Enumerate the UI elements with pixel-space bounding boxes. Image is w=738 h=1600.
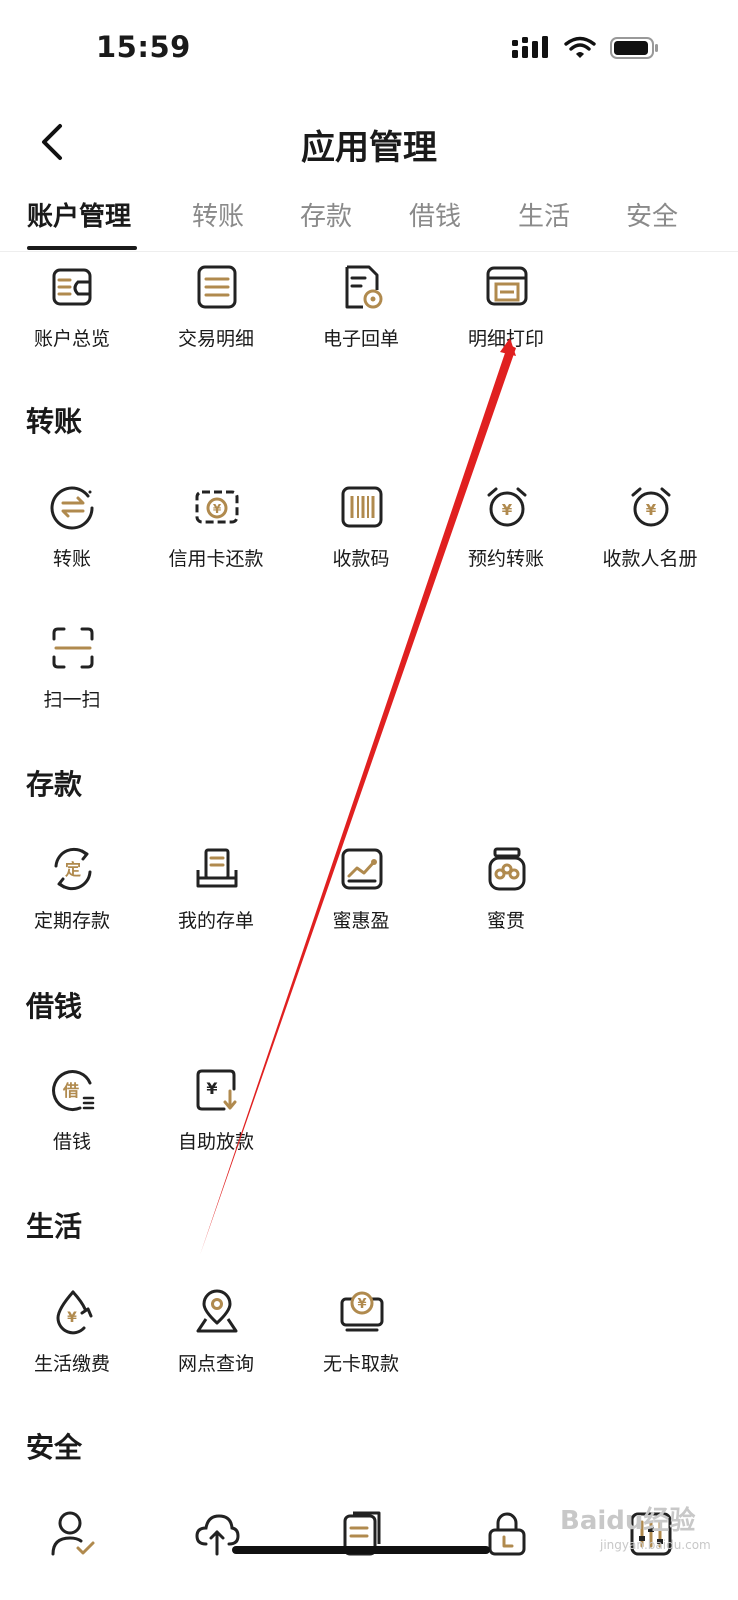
grid-item-label: 电子回单 — [322, 328, 399, 350]
grid-item-payee-list[interactable]: ¥ 收款人名册 — [580, 484, 720, 594]
self-loan-icon: ¥ — [196, 1069, 237, 1111]
jar-icon — [488, 847, 526, 891]
grid-item-scan[interactable]: 扫一扫 — [2, 625, 142, 735]
active-tab-indicator — [27, 246, 137, 250]
grid-item-label: 扫一扫 — [43, 689, 101, 711]
borrow-icon: 借 — [52, 1070, 95, 1112]
fixed-deposit-icon: 定 — [54, 847, 92, 891]
icon-glyph: 定 — [64, 860, 81, 879]
grid-item-branch-search[interactable]: 网点查询 — [146, 1289, 286, 1399]
grid-item-label: 信用卡还款 — [168, 548, 264, 570]
section-title-transfer: 转账 — [26, 405, 83, 438]
grid-item-security-document[interactable] — [291, 1510, 431, 1600]
grid-item-label: 我的存单 — [177, 910, 254, 932]
grid-item-label: 明细打印 — [467, 328, 544, 350]
receipt-icon — [345, 265, 383, 309]
section-title-security: 安全 — [26, 1431, 83, 1464]
grid-item-mihuiying[interactable]: 蜜惠盈 — [291, 846, 431, 956]
icon-glyph: 借 — [62, 1081, 79, 1100]
scan-icon — [52, 627, 94, 669]
grid-item-security-cloud[interactable] — [146, 1510, 286, 1600]
grid-item-security-lock[interactable] — [436, 1510, 576, 1600]
grid-item-label: 借钱 — [52, 1131, 91, 1153]
alarm-clock-icon: ¥ — [487, 487, 527, 527]
grid-item-label: 账户总览 — [33, 328, 110, 350]
grid-item-self-loan[interactable]: ¥ 自助放款 — [146, 1067, 286, 1177]
grid-item-label: 网点查询 — [177, 1353, 254, 1375]
wifi-icon — [564, 36, 596, 58]
grid-item-label: 蜜惠盈 — [332, 910, 390, 932]
status-time: 15:59 — [96, 30, 191, 64]
barcode-icon — [341, 486, 383, 528]
chart-trend-icon — [341, 848, 383, 890]
grid-item-miguan[interactable]: 蜜贯 — [436, 846, 576, 956]
grid-item-transfer[interactable]: 转账 — [2, 484, 142, 594]
grid-item-security-user[interactable] — [2, 1510, 142, 1600]
grid-item-label: 预约转账 — [467, 548, 544, 570]
lock-icon — [488, 1512, 526, 1556]
home-indicator — [232, 1546, 490, 1554]
status-icons — [512, 36, 660, 60]
section-title-borrow: 借钱 — [26, 990, 83, 1023]
user-verify-icon — [51, 1511, 95, 1556]
grid-item-label: 生活缴费 — [33, 1353, 110, 1375]
grid-item-label: 自助放款 — [177, 1131, 254, 1153]
category-tabs: 账户管理 转账 存款 借钱 生活 安全 — [0, 190, 738, 252]
credit-card-repay-icon: ¥ — [195, 490, 239, 524]
grid-item-fixed-deposit[interactable]: 定 定期存款 — [2, 846, 142, 956]
grid-item-scheduled-transfer[interactable]: ¥ 预约转账 — [436, 484, 576, 594]
grid-item-label: 交易明细 — [177, 328, 254, 350]
section-title-life: 生活 — [26, 1210, 83, 1243]
grid-item-e-receipt[interactable]: 电子回单 — [291, 264, 431, 374]
grid-item-label: 转账 — [52, 548, 91, 570]
grid-item-label: 收款人名册 — [602, 548, 698, 570]
tab-life[interactable]: 生活 — [518, 196, 570, 233]
grid-item-statement-print[interactable]: 明细打印 — [436, 264, 576, 374]
nav-bar: 应用管理 — [0, 100, 738, 184]
printer-icon — [486, 266, 528, 306]
tab-deposit[interactable]: 存款 — [300, 196, 352, 233]
grid-item-transaction-details[interactable]: 交易明细 — [146, 264, 286, 374]
grid-item-payment-code[interactable]: 收款码 — [291, 484, 431, 594]
bill-payment-icon: ¥ — [56, 1290, 93, 1335]
tab-security[interactable]: 安全 — [626, 196, 678, 233]
grid-item-borrow[interactable]: 借 借钱 — [2, 1067, 142, 1177]
alarm-clock-icon: ¥ — [631, 487, 671, 527]
status-bar: 15:59 — [0, 0, 738, 96]
currency-glyph: ¥ — [357, 1297, 366, 1312]
tab-transfer[interactable]: 转账 — [192, 196, 244, 233]
cardless-withdraw-icon: ¥ — [340, 1291, 384, 1332]
grid-item-label: 蜜贯 — [486, 910, 525, 932]
page-title: 应用管理 — [301, 128, 437, 168]
currency-glyph: ¥ — [646, 501, 657, 519]
transfer-icon — [50, 486, 94, 530]
currency-glyph: ¥ — [206, 1079, 217, 1098]
currency-glyph: ¥ — [67, 1310, 77, 1326]
grid-item-account-overview[interactable]: 账户总览 — [2, 264, 142, 374]
currency-glyph: ¥ — [502, 501, 513, 519]
grid-item-my-deposit-slip[interactable]: 我的存单 — [146, 846, 286, 956]
deposit-slip-icon — [196, 848, 238, 888]
grid-item-credit-card-repay[interactable]: ¥ 信用卡还款 — [146, 484, 286, 594]
list-icon — [197, 265, 237, 309]
tab-borrow[interactable]: 借钱 — [409, 196, 461, 233]
grid-item-label: 收款码 — [332, 548, 390, 570]
watermark-url: jingyan.baidu.com — [600, 1538, 711, 1552]
tab-account-management[interactable]: 账户管理 — [27, 196, 131, 233]
section-title-deposit: 存款 — [26, 768, 83, 801]
watermark-brand: Baidu经验 — [560, 1506, 696, 1536]
wallet-icon — [52, 268, 92, 306]
grid-item-bill-payment[interactable]: ¥ 生活缴费 — [2, 1289, 142, 1399]
grid-item-label: 无卡取款 — [322, 1353, 399, 1375]
currency-glyph: ¥ — [213, 502, 222, 516]
location-pin-icon — [196, 1289, 238, 1333]
cellular-signal-icon — [512, 36, 548, 58]
grid-item-label: 定期存款 — [33, 910, 110, 932]
battery-icon — [610, 37, 658, 59]
grid-item-cardless-withdraw[interactable]: ¥ 无卡取款 — [291, 1289, 431, 1399]
